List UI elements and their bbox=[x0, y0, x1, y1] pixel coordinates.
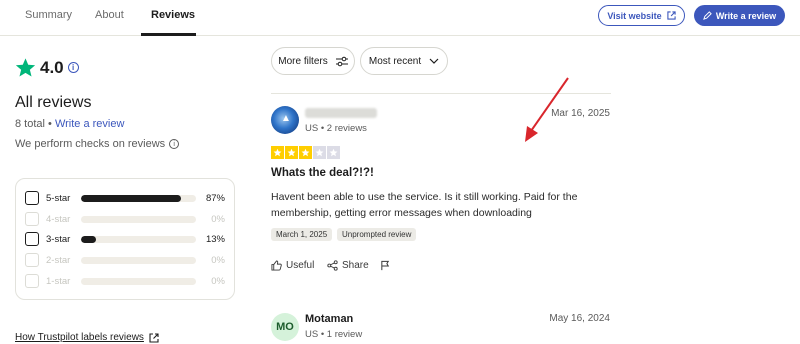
labels-info-link[interactable]: How Trustpilot labels reviews bbox=[15, 332, 159, 343]
thumbs-up-icon bbox=[271, 260, 282, 271]
review-title[interactable]: Whats the deal?!?! bbox=[271, 167, 374, 179]
total-separator: • bbox=[48, 118, 52, 130]
star-icon bbox=[271, 146, 284, 159]
star-icon bbox=[285, 146, 298, 159]
all-reviews-heading: All reviews bbox=[15, 94, 92, 111]
dist-row-4-star: 4-star 0% bbox=[25, 211, 225, 227]
dist-bar bbox=[81, 277, 196, 285]
redacted-reviewer-name bbox=[305, 108, 377, 118]
sort-label: Most recent bbox=[368, 55, 422, 67]
dist-percent: 13% bbox=[205, 233, 225, 245]
annotation-arrow-icon bbox=[525, 77, 569, 142]
avatar[interactable]: MO bbox=[271, 313, 299, 341]
flag-icon bbox=[381, 260, 390, 271]
checkbox bbox=[25, 253, 39, 267]
top-nav: Summary About Reviews Visit website Writ… bbox=[0, 0, 800, 36]
useful-button[interactable]: Useful bbox=[271, 260, 314, 271]
dist-bar-fill bbox=[81, 235, 96, 243]
labels-link-text: How Trustpilot labels reviews bbox=[15, 332, 144, 343]
reviewer-meta: US • 2 reviews bbox=[305, 123, 367, 134]
info-icon[interactable]: i bbox=[169, 139, 180, 149]
review-body: Havent been able to use the service. Is … bbox=[271, 191, 578, 219]
dist-percent: 0% bbox=[211, 254, 225, 266]
dist-label: 2-star bbox=[46, 254, 71, 266]
star-icon bbox=[313, 146, 326, 159]
active-tab-indicator bbox=[141, 33, 196, 36]
total-line: 8 total • Write a review bbox=[15, 118, 124, 130]
chevron-down-icon bbox=[429, 58, 439, 64]
checks-text: We perform checks on reviews bbox=[15, 138, 166, 150]
dist-label: 3-star bbox=[46, 233, 71, 245]
star-icon bbox=[299, 146, 312, 159]
dist-bar bbox=[81, 215, 196, 223]
dist-label: 5-star bbox=[46, 192, 71, 204]
tab-reviews[interactable]: Reviews bbox=[151, 9, 195, 21]
external-link-icon bbox=[667, 11, 676, 20]
review-date: May 16, 2024 bbox=[549, 313, 610, 324]
visit-website-label: Visit website bbox=[607, 10, 662, 21]
dist-label: 1-star bbox=[46, 275, 71, 287]
dist-percent: 0% bbox=[211, 275, 225, 287]
more-filters-label: More filters bbox=[278, 55, 328, 67]
checks-line: We perform checks on reviews i bbox=[15, 138, 180, 150]
tab-summary[interactable]: Summary bbox=[25, 9, 72, 21]
dist-row-3-star[interactable]: 3-star 13% bbox=[25, 231, 225, 247]
report-button[interactable] bbox=[380, 260, 391, 271]
dist-bar bbox=[81, 235, 196, 243]
info-icon[interactable]: i bbox=[67, 62, 79, 73]
dist-percent: 0% bbox=[211, 213, 225, 225]
external-link-icon bbox=[149, 332, 159, 343]
dist-row-1-star: 1-star 0% bbox=[25, 273, 225, 289]
checkbox bbox=[25, 212, 39, 226]
share-button[interactable]: Share bbox=[327, 260, 369, 271]
write-review-link[interactable]: Write a review bbox=[55, 118, 124, 130]
write-review-button[interactable]: Write a review bbox=[694, 5, 785, 26]
more-filters-button[interactable]: More filters bbox=[271, 47, 355, 75]
unprompted-tag[interactable]: Unprompted review bbox=[337, 228, 417, 241]
star-icon bbox=[327, 146, 340, 159]
dist-bar bbox=[81, 256, 196, 264]
dist-row-2-star: 2-star 0% bbox=[25, 252, 225, 268]
checkbox bbox=[25, 274, 39, 288]
dist-label: 4-star bbox=[46, 213, 71, 225]
rating-distribution: 5-star 87% 4-star 0% 3-star 13% 2-star 0… bbox=[15, 178, 235, 300]
useful-label: Useful bbox=[286, 260, 315, 271]
reviewer-meta: US • 1 review bbox=[305, 329, 363, 340]
sort-dropdown[interactable]: Most recent bbox=[360, 47, 448, 75]
dist-percent: 87% bbox=[205, 192, 225, 204]
checkbox[interactable] bbox=[25, 232, 39, 246]
visit-website-button[interactable]: Visit website bbox=[598, 5, 685, 26]
rating-value: 4.0 bbox=[40, 57, 64, 77]
tab-about[interactable]: About bbox=[95, 9, 124, 21]
dist-bar bbox=[81, 194, 196, 202]
write-review-label: Write a review bbox=[715, 10, 777, 21]
avatar[interactable]: ▲ bbox=[271, 106, 299, 134]
reviewer-name[interactable]: Motaman bbox=[305, 313, 353, 325]
share-icon bbox=[327, 260, 338, 271]
overall-rating: 4.0 i bbox=[15, 57, 79, 78]
share-label: Share bbox=[342, 260, 369, 271]
sliders-icon bbox=[335, 56, 348, 66]
star-icon bbox=[15, 58, 36, 77]
dist-row-5-star[interactable]: 5-star 87% bbox=[25, 190, 225, 206]
checkbox[interactable] bbox=[25, 191, 39, 205]
experience-date-tag: March 1, 2025 bbox=[271, 228, 333, 241]
dist-bar-fill bbox=[81, 194, 182, 202]
pencil-icon bbox=[702, 11, 712, 20]
review-stars bbox=[271, 146, 340, 159]
total-count: 8 total bbox=[15, 118, 45, 130]
